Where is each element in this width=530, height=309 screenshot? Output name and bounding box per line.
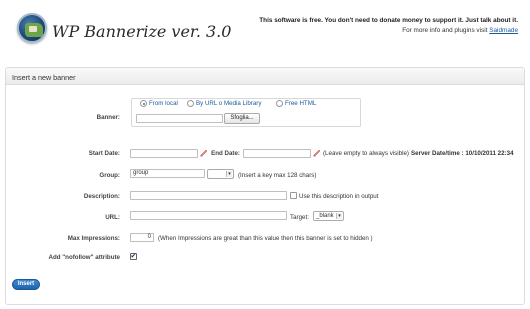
start-date-label: Start Date: [88, 150, 120, 157]
max-impressions-field[interactable]: 0 [130, 233, 154, 242]
use-description-checkbox[interactable] [290, 192, 297, 199]
tagline: This software is free. You don't need to… [259, 17, 518, 24]
group-label: Group: [99, 172, 120, 179]
url-field[interactable] [130, 211, 287, 220]
more-info: For more info and plugins visit Saidmade [402, 27, 518, 34]
saidmade-link[interactable]: Saidmade [489, 27, 518, 34]
browse-button[interactable]: Sfoglia... [224, 113, 260, 124]
group-hint: (Insert a key max 128 chars) [238, 172, 317, 179]
radio-free-html-label: Free HTML [285, 100, 317, 107]
more-info-text: For more info and plugins visit [402, 27, 488, 34]
end-date-field[interactable] [243, 149, 311, 158]
start-date-field[interactable] [130, 149, 198, 158]
date-hint: (Leave empty to always visible) [323, 150, 409, 157]
impressions-hint: (When Impressions are great than this va… [158, 235, 373, 242]
radio-free-html[interactable] [276, 100, 283, 107]
chevron-down-icon: ▾ [226, 171, 232, 177]
insert-button[interactable]: Insert [12, 279, 40, 290]
banner-label: Banner: [96, 114, 120, 121]
app-title: WP Bannerize ver. 3.0 [52, 22, 232, 41]
nofollow-label: Add "nofollow" attribute [48, 254, 120, 261]
target-select[interactable]: _blank ▾ [313, 211, 344, 221]
radio-by-url-label: By URL o Media Library [196, 100, 262, 107]
end-date-label: End Date: [211, 150, 240, 157]
radio-from-local-label: From local [149, 100, 178, 107]
nofollow-checkbox[interactable] [130, 252, 137, 260]
radio-by-url[interactable] [187, 100, 194, 107]
chevron-down-icon: ▾ [336, 213, 342, 219]
banner-file-field[interactable] [136, 114, 223, 123]
group-select[interactable]: ▾ [207, 169, 234, 179]
url-label: URL: [105, 214, 120, 221]
end-date-calendar-icon[interactable] [313, 149, 321, 157]
target-select-value: _blank [316, 213, 334, 219]
target-label: Target: [290, 214, 309, 221]
page-header: WP Bannerize ver. 3.0 This software is f… [0, 0, 530, 62]
radio-from-local[interactable] [140, 100, 147, 107]
server-datetime: Server Date/time : 10/10/2011 22:34 [411, 150, 514, 157]
plugin-logo [17, 13, 47, 43]
group-field[interactable]: group [130, 169, 205, 178]
description-field[interactable] [130, 191, 287, 200]
panel-title: Insert a new banner [12, 73, 76, 82]
max-impressions-label: Max Impressions: [67, 235, 120, 242]
panel-header: Insert a new banner [6, 68, 524, 85]
use-description-label: Use this description in output [299, 193, 379, 200]
description-label: Description: [83, 193, 120, 200]
